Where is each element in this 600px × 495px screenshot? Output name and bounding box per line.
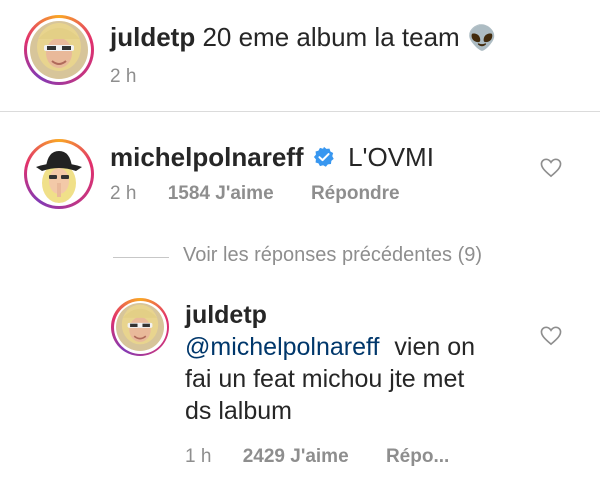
- reply-time: 1 h: [185, 446, 212, 467]
- view-replies-divider: [113, 257, 169, 258]
- alien-emoji-icon: 👽: [466, 25, 497, 52]
- verified-badge-icon: [313, 142, 335, 176]
- comment-likes[interactable]: 1584 J'aime: [168, 183, 274, 204]
- reply-text-line1: vien on: [394, 333, 476, 361]
- avatar[interactable]: [111, 298, 169, 356]
- comment-username[interactable]: michelpolnareff: [110, 142, 304, 172]
- reply-likes[interactable]: 2429 J'aime: [243, 446, 349, 467]
- reply-text-line2: fai un feat michou jte met: [185, 365, 465, 393]
- caption-text: 20 eme album la team: [202, 22, 460, 52]
- reply-mention-link[interactable]: @michelpolnareff: [185, 333, 379, 361]
- avatar[interactable]: [24, 15, 94, 85]
- juldetp-avatar-image: [30, 21, 88, 79]
- reply-text-line3: ds lalbum: [185, 397, 292, 425]
- comment-text: L'OVMI: [348, 142, 434, 172]
- divider: [0, 111, 600, 112]
- michelpolnareff-avatar-image: [30, 145, 88, 203]
- heart-icon[interactable]: [540, 326, 562, 351]
- reply-username[interactable]: juldetp: [185, 299, 475, 331]
- caption-time: 2 h: [110, 66, 137, 87]
- reply-button[interactable]: Répondre: [311, 183, 400, 204]
- view-replies-link[interactable]: Voir les réponses précédentes (9): [183, 244, 482, 267]
- caption-username[interactable]: juldetp: [110, 22, 195, 52]
- comment-time: 2 h: [110, 183, 137, 204]
- reply-button[interactable]: Répo...: [386, 446, 449, 467]
- heart-icon[interactable]: [540, 158, 562, 183]
- juldetp-avatar-image: [116, 303, 164, 351]
- avatar[interactable]: [24, 139, 94, 209]
